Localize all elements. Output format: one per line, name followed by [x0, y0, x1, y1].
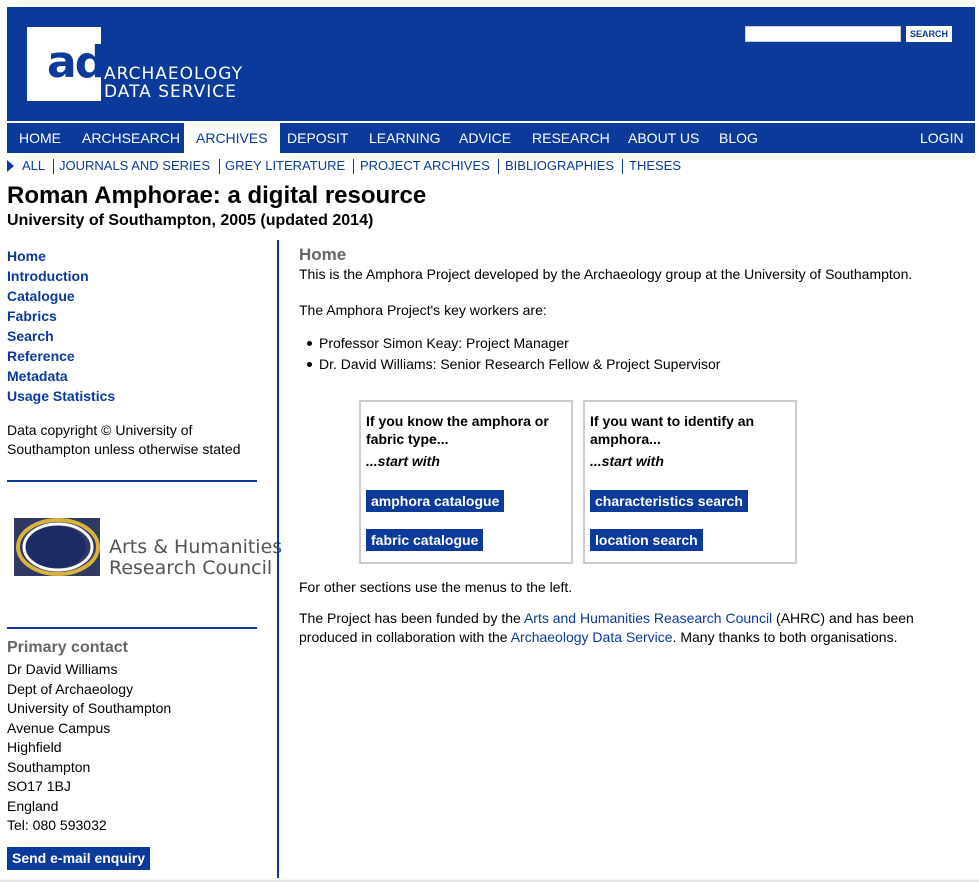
nav-deposit[interactable]: DEPOSIT — [275, 123, 360, 153]
nav-archives[interactable]: ARCHIVES — [184, 123, 280, 153]
send-email-button[interactable]: Send e-mail enquiry — [7, 847, 151, 870]
nav-blog[interactable]: BLOG — [707, 123, 770, 153]
contact-line: Dept of Archaeology — [7, 680, 134, 697]
subnav-divider — [498, 159, 499, 174]
nav-archsearch[interactable]: ARCHSEARCH — [70, 123, 192, 153]
contact-line: Highfield — [7, 739, 62, 755]
content-heading: Home — [299, 245, 347, 264]
subnav-journals[interactable]: JOURNALS AND SERIES — [59, 156, 210, 176]
contact-line: SO17 1BJ — [7, 778, 71, 794]
sidebar-item-reference[interactable]: Reference — [7, 346, 115, 366]
main-nav: HOME ARCHSEARCH ARCHIVES DEPOSIT LEARNIN… — [7, 123, 975, 153]
sidebar-item-fabrics[interactable]: Fabrics — [7, 306, 115, 326]
subnav-grey-literature[interactable]: GREY LITERATURE — [225, 156, 345, 176]
nav-home[interactable]: HOME — [7, 123, 73, 153]
logo-line-1: ARCHAEOLOGY — [104, 64, 243, 84]
sidebar-item-metadata[interactable]: Metadata — [7, 366, 115, 386]
contact-line: England — [7, 797, 59, 814]
nav-research[interactable]: RESEARCH — [520, 123, 622, 153]
box-start-label: ...start with — [366, 453, 440, 469]
copyright-notice: Data copyright © University of Southampt… — [7, 422, 241, 457]
contact-line: Southampton — [7, 758, 91, 775]
workers-list: Professor Simon Keay: Project Manager Dr… — [307, 333, 720, 375]
page-bottom-edge — [0, 878, 979, 882]
list-item: Dr. David Williams: Senior Research Fell… — [307, 354, 720, 375]
sidebar-item-usage-statistics[interactable]: Usage Statistics — [7, 386, 115, 406]
identify-box: If you want to identify an amphora... ..… — [583, 400, 797, 564]
box-title: If you know the amphora or fabric type..… — [366, 413, 549, 447]
page-subtitle: University of Southampton, 2005 (updated… — [7, 212, 374, 229]
nav-about-us[interactable]: ABOUT US — [616, 123, 711, 153]
sidebar-item-search[interactable]: Search — [7, 326, 115, 346]
sidebar-nav: Home Introduction Catalogue Fabrics Sear… — [7, 246, 115, 406]
logo-line-2: DATA SERVICE — [104, 82, 237, 102]
logo-text[interactable]: ARCHAEOLOGY DATA SERVICE — [104, 65, 243, 101]
box-title: If you want to identify an amphora... — [590, 413, 755, 447]
contact-line: Dr David Williams — [7, 661, 118, 677]
subnav-bibliographies[interactable]: BIBLIOGRAPHIES — [505, 156, 614, 176]
funding-paragraph: The Project has been funded by the Arts … — [299, 609, 949, 647]
contact-line: Avenue Campus — [7, 719, 111, 736]
fabric-catalogue-button[interactable]: fabric catalogue — [366, 529, 484, 551]
ahrc-emblem-icon — [14, 518, 100, 576]
subnav-theses[interactable]: THESES — [629, 156, 681, 176]
workers-intro: The Amphora Project's key workers are: — [299, 302, 547, 318]
subnav-all[interactable]: ALL — [22, 156, 45, 176]
page-title: Roman Amphorae: a digital resource — [7, 182, 427, 209]
other-sections-text: For other sections use the menus to the … — [299, 579, 573, 595]
subnav-divider — [53, 159, 54, 174]
column-divider — [277, 240, 279, 882]
ahrc-line-1: Arts & Humanities — [109, 536, 283, 558]
nav-learning[interactable]: LEARNING — [357, 123, 453, 153]
search-button[interactable]: SEARCH — [906, 26, 953, 42]
characteristics-search-button[interactable]: characteristics search — [590, 490, 748, 512]
triangle-right-icon — [7, 160, 14, 172]
intro-text: This is the Amphora Project developed by… — [299, 266, 913, 282]
list-item: Professor Simon Keay: Project Manager — [307, 333, 720, 354]
funding-text: The Project has been funded by the — [299, 610, 524, 626]
contact-line: Tel: 080 593032 — [7, 817, 107, 833]
nav-login[interactable]: LOGIN — [908, 123, 976, 153]
subnav-project-archives[interactable]: PROJECT ARCHIVES — [360, 156, 490, 176]
contact-address: Dr David Williams Dept of Archaeology Un… — [7, 660, 171, 836]
site-header: ads ARCHAEOLOGY DATA SERVICE SEARCH — [7, 7, 975, 121]
search-input[interactable] — [745, 26, 901, 42]
ahrc-line-2: Research Council — [109, 557, 273, 579]
known-type-box: If you know the amphora or fabric type..… — [359, 400, 573, 564]
ahrc-link[interactable]: Arts and Humanities Reasearch Council — [524, 610, 772, 626]
sidebar-item-introduction[interactable]: Introduction — [7, 266, 115, 286]
ads-logo[interactable]: ads — [27, 27, 130, 101]
contact-line: University of Southampton — [7, 700, 172, 716]
funding-text: . Many thanks to both organisations. — [672, 629, 898, 645]
sidebar-item-home[interactable]: Home — [7, 246, 115, 266]
sidebar-divider — [7, 480, 257, 482]
sidebar-divider — [7, 627, 257, 629]
subnav-divider — [353, 159, 354, 174]
subnav-divider — [219, 159, 220, 174]
ahrc-logo-text: Arts & Humanities Research Council — [109, 537, 282, 579]
box-start-label: ...start with — [590, 453, 664, 469]
amphora-catalogue-button[interactable]: amphora catalogue — [366, 490, 505, 512]
nav-advice[interactable]: ADVICE — [447, 123, 523, 153]
ads-link[interactable]: Archaeology Data Service — [511, 629, 673, 645]
contact-heading: Primary contact — [7, 639, 128, 656]
sidebar-item-catalogue[interactable]: Catalogue — [7, 286, 115, 306]
subnav-divider — [622, 159, 623, 174]
location-search-button[interactable]: location search — [590, 529, 703, 551]
